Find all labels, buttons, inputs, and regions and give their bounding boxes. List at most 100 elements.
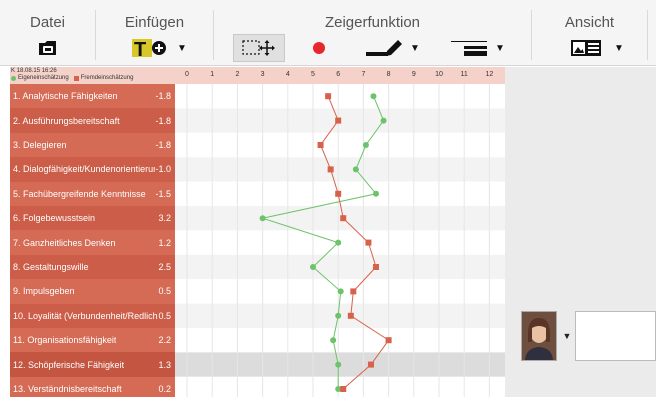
data-point-self <box>337 288 344 295</box>
competency-name: 11. Organisationsfähigkeit <box>13 335 117 346</box>
legend-self-label: Eigeneinschätzung <box>18 75 69 81</box>
data-point-other <box>365 239 372 246</box>
view-card-button[interactable] <box>569 34 603 62</box>
competency-row[interactable]: 10. Loyalität (Verbundenheit/Redlichkeit… <box>10 303 175 328</box>
competency-row[interactable]: 9. Impulsgeben 0.5 <box>10 279 175 303</box>
x-tick-label: 11 <box>460 71 468 78</box>
group-ansicht: Ansicht ▼ <box>532 0 647 66</box>
competency-row[interactable]: 5. Fachübergreifende Kenntnisse -1.5 <box>10 182 175 206</box>
chart-row-band <box>175 206 505 231</box>
competency-difference: 0.5 <box>158 286 171 297</box>
insert-dropdown-arrow[interactable]: ▼ <box>175 34 189 62</box>
competency-difference: 1.3 <box>158 359 171 370</box>
chart-date: K 18.08.15 16:26 <box>11 68 57 74</box>
competency-name: 12. Schöpferische Fähigkeit <box>13 359 125 370</box>
chart-row-band <box>175 230 505 255</box>
chart-row-band <box>175 132 505 158</box>
competency-name: 13. Verständnisbereitschaft <box>13 383 122 394</box>
chart-row-band <box>175 303 505 328</box>
avatar[interactable] <box>521 311 557 361</box>
data-point-other <box>340 215 347 222</box>
person-name-field[interactable] <box>575 311 656 361</box>
competency-row[interactable]: 3. Delegieren -1.8 <box>10 133 175 157</box>
folder-icon <box>39 41 56 55</box>
group-title-zeigerfunktion: Zeigerfunktion <box>324 14 421 31</box>
data-point-other <box>317 142 324 148</box>
data-point-other <box>347 312 354 319</box>
data-point-self <box>259 215 266 222</box>
competency-difference: -1.0 <box>155 164 171 175</box>
competency-row[interactable]: 8. Gestaltungswille 2.5 <box>10 254 175 280</box>
x-tick-label: 8 <box>386 71 391 78</box>
legend-other-marker <box>73 75 79 81</box>
x-tick-label: 7 <box>361 71 366 78</box>
data-point-self <box>370 93 377 100</box>
competency-row[interactable]: 4. Dialogfähigkeit/Kundenorientierung -1.… <box>10 157 175 182</box>
x-tick-label: 6 <box>336 71 341 78</box>
competency-row[interactable]: 13. Verständnisbereitschaft 0.2 <box>10 377 175 397</box>
view-dropdown-arrow[interactable]: ▼ <box>612 34 626 62</box>
data-point-self <box>373 190 379 197</box>
competency-name: 4. Dialogfähigkeit/Kundenorientierung <box>13 164 156 175</box>
person-card: ▼ <box>521 311 656 361</box>
competency-difference: -1.8 <box>155 115 171 126</box>
data-point-self <box>335 312 342 319</box>
pen-dropdown-arrow[interactable]: ▼ <box>408 34 422 62</box>
competency-row[interactable]: 11. Organisationsfähigkeit 2.2 <box>10 328 175 352</box>
group-zeigerfunktion: Zeigerfunktion ▼ ▼ <box>214 0 531 66</box>
pen-button[interactable] <box>364 34 404 62</box>
data-point-other <box>340 386 347 392</box>
series-line-other <box>319 96 390 390</box>
data-point-self <box>335 239 342 246</box>
data-point-other <box>325 93 332 100</box>
group-title-ansicht: Ansicht <box>564 14 615 31</box>
group-einfuegen: Einfügen T ▼ <box>96 0 213 66</box>
pen-icon <box>366 40 402 56</box>
line-width-dropdown-arrow[interactable]: ▼ <box>493 34 507 62</box>
competency-difference: 1.2 <box>158 237 171 248</box>
chart-row-band <box>175 376 505 397</box>
open-file-button[interactable] <box>37 34 59 62</box>
data-point-other <box>350 288 357 295</box>
chart-row-band <box>175 279 505 304</box>
data-point-self <box>380 117 387 124</box>
toolbar-separator <box>647 10 648 60</box>
record-icon <box>313 42 325 54</box>
competency-list: 1. Analytische Fähigkeiten -1.8 2. Ausführ… <box>10 84 175 397</box>
avatar-dropdown-arrow[interactable]: ▼ <box>559 311 575 361</box>
competency-row[interactable]: 7. Ganzheitliches Denken 1.2 <box>10 230 175 254</box>
chart-row-band <box>175 108 505 133</box>
chart-row-band <box>175 328 505 353</box>
data-point-self <box>330 337 337 344</box>
competency-row[interactable]: 6. Folgebewusstsein 3.2 <box>10 206 175 231</box>
competency-difference: -1.5 <box>155 188 171 199</box>
competency-row[interactable]: 1. Analytische Fähigkeiten -1.8 <box>10 84 175 108</box>
competency-difference: 0.2 <box>158 383 171 394</box>
insert-text-button[interactable]: T <box>130 34 170 62</box>
x-tick-label: 12 <box>485 71 494 78</box>
competency-difference: 0.5 <box>158 310 171 321</box>
text-insert-icon: T <box>132 39 166 59</box>
chart-row-band <box>175 254 505 280</box>
group-title-einfuegen: Einfügen <box>124 14 185 31</box>
data-point-self <box>352 166 359 173</box>
competency-name: 7. Ganzheitliches Denken <box>13 237 116 248</box>
x-tick-label: 3 <box>260 71 265 78</box>
select-move-button[interactable] <box>233 34 285 62</box>
group-datei: Datei <box>0 0 95 66</box>
x-tick-label: 2 <box>235 71 240 78</box>
competency-name: 6. Folgebewusstsein <box>13 213 96 224</box>
x-tick-label: 5 <box>311 71 315 78</box>
data-point-other <box>327 166 334 173</box>
chart-row-band <box>175 84 505 109</box>
svg-text:T: T <box>134 39 146 59</box>
line-width-button[interactable] <box>449 34 489 62</box>
record-button[interactable] <box>310 34 328 62</box>
data-point-other <box>373 264 379 270</box>
competency-row[interactable]: 12. Schöpferische Fähigkeit 1.3 <box>10 352 175 377</box>
data-point-other <box>367 361 374 368</box>
line-width-icon <box>451 41 487 56</box>
competency-name: 5. Fachübergreifende Kenntnisse <box>13 188 146 199</box>
competency-row[interactable]: 2. Ausführungsbereitschaft -1.8 <box>10 108 175 133</box>
toolbar: Datei Einfügen T ▼ Zeigerfunktion ▼ ▼ An… <box>0 0 656 66</box>
